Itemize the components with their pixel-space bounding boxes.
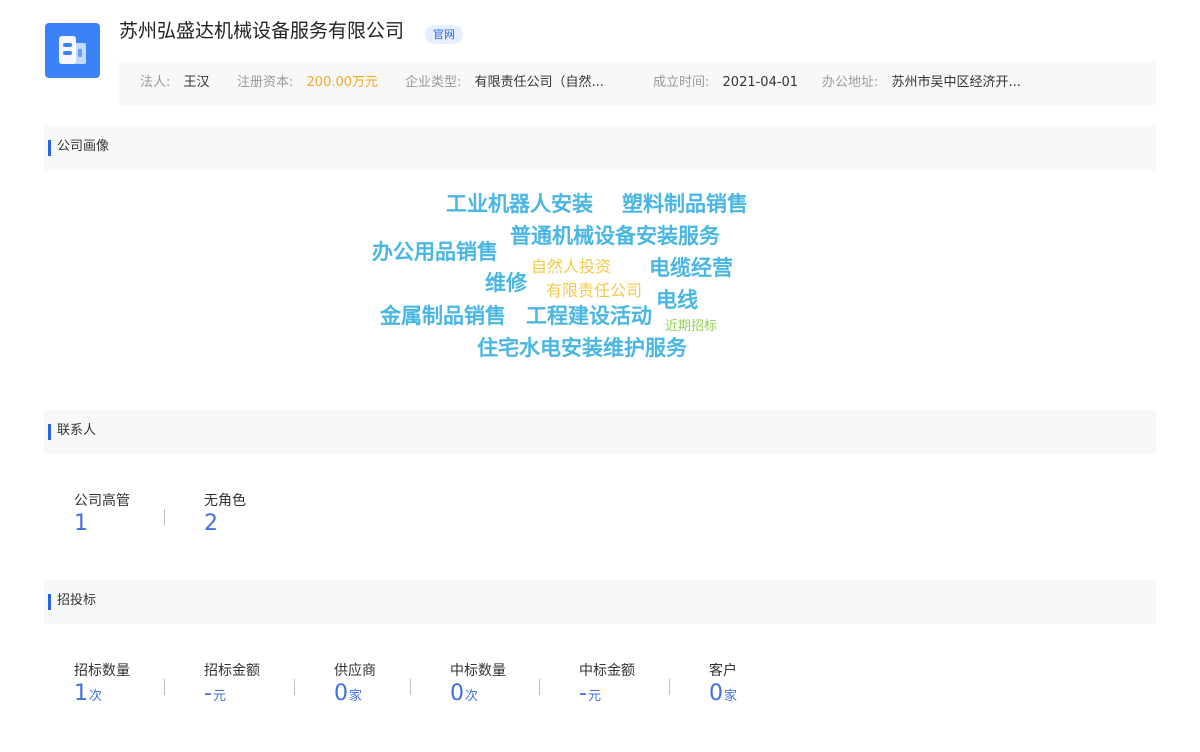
stat-value: 0家 bbox=[709, 682, 737, 709]
stat-number: 0 bbox=[709, 681, 723, 706]
word-cloud-tag[interactable]: 金属制品销售 bbox=[380, 306, 506, 327]
capital-label: 注册资本: bbox=[237, 75, 294, 90]
legal-person: 法人: 王汉 bbox=[140, 62, 210, 105]
section-header-profile: 公司画像 bbox=[44, 126, 1156, 170]
stat-unit: 家 bbox=[349, 689, 363, 704]
address-label: 办公地址: bbox=[822, 75, 879, 90]
bidding-stat-win-count[interactable]: 中标数量 0次 bbox=[450, 663, 506, 709]
official-site-tag[interactable]: 官网 bbox=[425, 25, 463, 44]
capital-value: 200.00万元 bbox=[306, 75, 379, 90]
founded-date: 成立时间: 2021-04-01 bbox=[653, 62, 798, 105]
bidding-stat-customers[interactable]: 客户 0家 bbox=[709, 663, 737, 709]
word-cloud-tag[interactable]: 工业机器人安装 bbox=[446, 194, 593, 215]
word-cloud-tag[interactable]: 工程建设活动 bbox=[526, 306, 652, 327]
word-cloud-tag[interactable]: 普通机械设备安装服务 bbox=[510, 226, 720, 247]
section-accent-bar bbox=[48, 140, 51, 156]
company-type: 企业类型: 有限责任公司（自然... bbox=[405, 62, 604, 105]
stat-number: 0 bbox=[334, 681, 348, 706]
company-type-label: 企业类型: bbox=[405, 75, 462, 90]
building-icon bbox=[59, 36, 86, 64]
stat-divider bbox=[410, 679, 411, 695]
contact-stat-no-role[interactable]: 无角色 2 bbox=[204, 493, 246, 536]
stat-divider bbox=[164, 509, 165, 525]
stat-number: - bbox=[579, 681, 587, 706]
address-value: 苏州市吴中区经济开... bbox=[891, 75, 1021, 90]
stat-unit: 次 bbox=[89, 689, 103, 704]
section-title-contacts: 联系人 bbox=[57, 423, 97, 438]
office-address: 办公地址: 苏州市吴中区经济开... bbox=[822, 62, 1021, 105]
stat-label: 客户 bbox=[709, 663, 737, 679]
stat-value: -元 bbox=[579, 682, 635, 709]
contact-stat-executives[interactable]: 公司高管 1 bbox=[74, 493, 130, 536]
registered-capital: 注册资本: 200.00万元 bbox=[237, 62, 378, 105]
word-cloud-tag[interactable]: 自然人投资 bbox=[531, 259, 611, 275]
stat-unit: 元 bbox=[587, 689, 601, 704]
company-info-bar: 法人: 王汉 注册资本: 200.00万元 企业类型: 有限责任公司（自然...… bbox=[119, 62, 1156, 105]
section-header-contacts: 联系人 bbox=[44, 410, 1156, 454]
company-type-value: 有限责任公司（自然... bbox=[474, 75, 604, 90]
word-cloud-tag[interactable]: 电缆经营 bbox=[649, 258, 733, 279]
stat-label: 中标数量 bbox=[450, 663, 506, 679]
word-cloud-tag[interactable]: 办公用品销售 bbox=[372, 242, 498, 263]
stat-value: 0次 bbox=[450, 682, 506, 709]
section-accent-bar bbox=[48, 594, 51, 610]
word-cloud-tag[interactable]: 住宅水电安装维护服务 bbox=[477, 338, 687, 359]
section-title-profile: 公司画像 bbox=[57, 139, 110, 154]
company-logo bbox=[45, 23, 100, 78]
word-cloud-tag[interactable]: 维修 bbox=[485, 273, 527, 294]
stat-label: 供应商 bbox=[334, 663, 376, 679]
word-cloud-tag[interactable]: 近期招标 bbox=[665, 320, 717, 333]
legal-person-label: 法人: bbox=[140, 75, 171, 90]
legal-person-value[interactable]: 王汉 bbox=[184, 75, 210, 90]
section-header-bidding: 招投标 bbox=[44, 580, 1156, 624]
stat-value: 2 bbox=[204, 511, 218, 536]
stat-label: 中标金额 bbox=[579, 663, 635, 679]
bidding-stat-win-amount[interactable]: 中标金额 -元 bbox=[579, 663, 635, 709]
stat-unit: 元 bbox=[212, 689, 226, 704]
stat-number: 1 bbox=[74, 681, 88, 706]
word-cloud-tag[interactable]: 有限责任公司 bbox=[546, 283, 642, 299]
stat-label: 招标数量 bbox=[74, 663, 130, 679]
stat-divider bbox=[539, 679, 540, 695]
stat-divider bbox=[669, 679, 670, 695]
stat-label: 招标金额 bbox=[204, 663, 260, 679]
section-title-bidding: 招投标 bbox=[57, 593, 97, 608]
stat-value: -元 bbox=[204, 682, 260, 709]
stat-unit: 家 bbox=[724, 689, 738, 704]
stat-value: 0家 bbox=[334, 682, 376, 709]
bidding-stat-suppliers[interactable]: 供应商 0家 bbox=[334, 663, 376, 709]
stat-value: 1 bbox=[74, 511, 88, 536]
stat-label: 公司高管 bbox=[74, 493, 130, 509]
bidding-stat-tender-amount[interactable]: 招标金额 -元 bbox=[204, 663, 260, 709]
stat-number: 0 bbox=[450, 681, 464, 706]
word-cloud-tag[interactable]: 电线 bbox=[656, 290, 698, 311]
bidding-stat-tender-count[interactable]: 招标数量 1次 bbox=[74, 663, 130, 709]
section-accent-bar bbox=[48, 424, 51, 440]
stat-number: - bbox=[204, 681, 212, 706]
word-cloud-tag[interactable]: 塑料制品销售 bbox=[622, 194, 748, 215]
founded-value: 2021-04-01 bbox=[722, 75, 799, 90]
stat-divider bbox=[164, 679, 165, 695]
stat-divider bbox=[294, 679, 295, 695]
stat-label: 无角色 bbox=[204, 493, 246, 509]
founded-label: 成立时间: bbox=[653, 75, 710, 90]
stat-value: 1次 bbox=[74, 682, 130, 709]
company-name: 苏州弘盛达机械设备服务有限公司 bbox=[119, 20, 405, 42]
stat-unit: 次 bbox=[465, 689, 479, 704]
